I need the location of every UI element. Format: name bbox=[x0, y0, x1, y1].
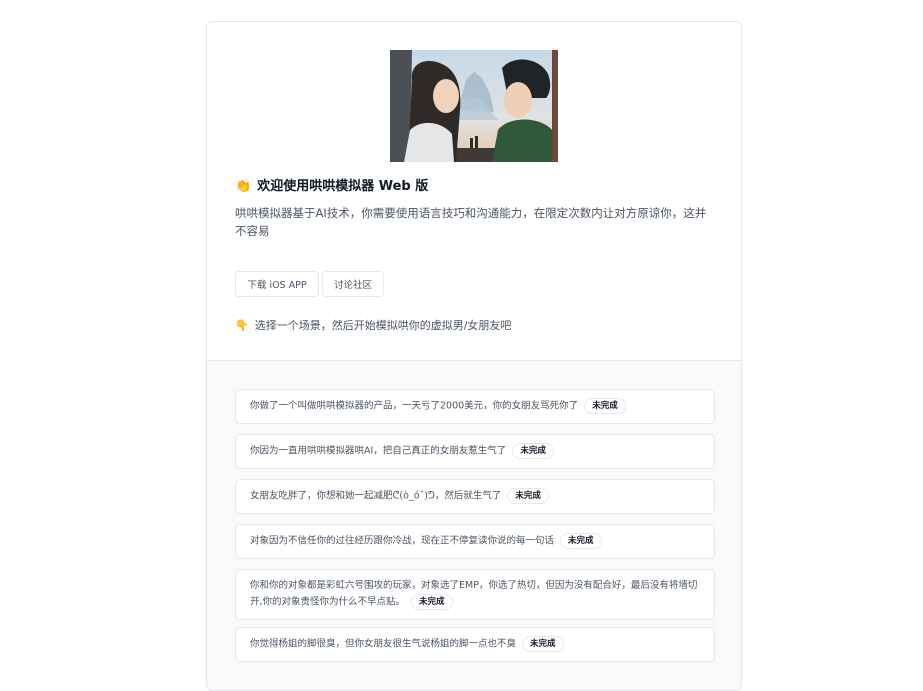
status-badge: 未完成 bbox=[584, 398, 626, 414]
scene-text: 你因为一直用哄哄模拟器哄AI，把自己真正的女朋友惹生气了 bbox=[250, 445, 507, 457]
main-card: 👏 欢迎使用哄哄模拟器 Web 版 哄哄模拟器基于AI技术，你需要使用语言技巧和沟… bbox=[206, 21, 742, 691]
download-ios-button[interactable]: 下载 iOS APP bbox=[235, 271, 319, 297]
status-badge: 未完成 bbox=[411, 594, 453, 610]
scene-item[interactable]: 对象因为不信任你的过往经历跟你冷战，现在正不停复读你说的每一句话 未完成 bbox=[235, 524, 715, 559]
scene-text: 你觉得杨姐的脚很臭，但你女朋友很生气说杨姐的脚一点也不臭 bbox=[250, 638, 517, 650]
page-title: 👏 欢迎使用哄哄模拟器 Web 版 bbox=[235, 175, 428, 194]
scene-text: 你和你的对象都是彩虹六号围攻的玩家，对象选了EMP，你选了热切，但因为没有配合好… bbox=[250, 580, 698, 608]
hero-image bbox=[390, 50, 558, 162]
intro-description: 哄哄模拟器基于AI技术，你需要使用语言技巧和沟通能力，在限定次数内让对方原谅你，… bbox=[235, 206, 707, 238]
scene-hint-text: 选择一个场景，然后开始模拟哄你的虚拟男/女朋友吧 bbox=[254, 319, 512, 332]
page-title-text: 欢迎使用哄哄模拟器 Web 版 bbox=[257, 179, 429, 194]
clap-icon: 👏 bbox=[235, 179, 252, 194]
pointing-down-icon: 👇 bbox=[235, 319, 249, 332]
scene-item[interactable]: 你因为一直用哄哄模拟器哄AI，把自己真正的女朋友惹生气了 未完成 bbox=[235, 434, 715, 469]
status-badge: 未完成 bbox=[507, 488, 549, 504]
scene-text: 你做了一个叫做哄哄模拟器的产品，一天亏了2000美元，你的女朋友骂死你了 bbox=[250, 400, 579, 412]
scene-hint: 👇 选择一个场景，然后开始模拟哄你的虚拟男/女朋友吧 bbox=[235, 317, 511, 333]
scene-item[interactable]: 你和你的对象都是彩虹六号围攻的玩家，对象选了EMP，你选了热切，但因为没有配合好… bbox=[235, 569, 715, 620]
scene-item[interactable]: 女朋友吃胖了，你想和她一起减肥ᕦ(ò_óˇ)ᕤ，然后就生气了 未完成 bbox=[235, 479, 715, 514]
scene-text: 女朋友吃胖了，你想和她一起减肥ᕦ(ò_óˇ)ᕤ，然后就生气了 bbox=[250, 490, 502, 502]
scene-item[interactable]: 你做了一个叫做哄哄模拟器的产品，一天亏了2000美元，你的女朋友骂死你了 未完成 bbox=[235, 389, 715, 424]
scene-text: 对象因为不信任你的过往经历跟你冷战，现在正不停复读你说的每一句话 bbox=[250, 535, 555, 547]
status-badge: 未完成 bbox=[522, 636, 564, 652]
status-badge: 未完成 bbox=[560, 533, 602, 549]
status-badge: 未完成 bbox=[512, 443, 554, 459]
intro-section: 👏 欢迎使用哄哄模拟器 Web 版 哄哄模拟器基于AI技术，你需要使用语言技巧和沟… bbox=[207, 22, 741, 361]
scene-list: 你做了一个叫做哄哄模拟器的产品，一天亏了2000美元，你的女朋友骂死你了 未完成 … bbox=[207, 361, 741, 690]
scene-item[interactable]: 你觉得杨姐的脚很臭，但你女朋友很生气说杨姐的脚一点也不臭 未完成 bbox=[235, 627, 715, 662]
community-button[interactable]: 讨论社区 bbox=[322, 271, 384, 297]
